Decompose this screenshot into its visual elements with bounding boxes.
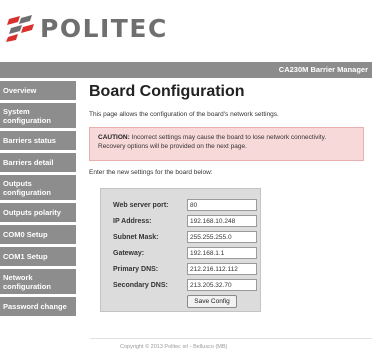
web-server-port-label: Web server port: — [113, 202, 169, 209]
subnet-mask-label: Subnet Mask: — [113, 234, 159, 241]
sidebar-item-label: Outputs configuration — [3, 178, 51, 197]
secondary-dns-input[interactable] — [187, 279, 257, 291]
sidebar-item-label: Barriers detail — [3, 158, 54, 167]
caution-text: Incorrect settings may cause the board t… — [98, 134, 327, 150]
sidebar-item-label: COM1 Setup — [3, 252, 48, 261]
sidebar-item-label: Password change — [3, 302, 67, 311]
caution-box: CAUTION: Incorrect settings may cause th… — [89, 127, 364, 161]
intro-text: This page allows the configuration of th… — [89, 111, 279, 118]
sidebar-item-outputs-polarity[interactable]: Outputs polarity — [0, 203, 76, 225]
footer-divider — [90, 338, 372, 339]
save-config-button[interactable]: Save Config — [187, 295, 237, 308]
logo-text: POLITEC — [40, 14, 168, 43]
primary-dns-input[interactable] — [187, 263, 257, 275]
primary-dns-label: Primary DNS: — [113, 266, 159, 273]
sidebar-item-network-configuration[interactable]: Network configuration — [0, 269, 76, 297]
form-row-subnet-mask: Subnet Mask: — [101, 231, 262, 245]
secondary-dns-label: Secondary DNS: — [113, 282, 168, 289]
sidebar-item-outputs-configuration[interactable]: Outputs configuration — [0, 175, 76, 203]
sidebar-item-overview[interactable]: Overview — [0, 81, 76, 103]
sidebar-item-label: Network configuration — [3, 272, 51, 291]
network-settings-form: Web server port: IP Address: Subnet Mask… — [100, 188, 261, 312]
sidebar-item-system-configuration[interactable]: System configuration — [0, 103, 76, 131]
title-banner: CA230M Barrier Manager — [0, 62, 372, 78]
ip-address-input[interactable] — [187, 215, 257, 227]
form-row-ip-address: IP Address: — [101, 215, 262, 229]
banner-title: CA230M Barrier Manager — [278, 65, 368, 74]
sidebar: Overview System configuration Barriers s… — [0, 81, 76, 319]
caution-label: CAUTION: — [98, 134, 130, 141]
main-content: Board Configuration This page allows the… — [89, 80, 369, 177]
gateway-label: Gateway: — [113, 250, 145, 257]
form-row-secondary-dns: Secondary DNS: — [101, 279, 262, 293]
instructions-text: Enter the new settings for the board bel… — [89, 169, 213, 176]
sidebar-item-com0-setup[interactable]: COM0 Setup — [0, 225, 76, 247]
web-server-port-input[interactable] — [187, 199, 257, 211]
politec-logo-icon — [6, 15, 34, 42]
sidebar-item-com1-setup[interactable]: COM1 Setup — [0, 247, 76, 269]
page-title: Board Configuration — [89, 83, 245, 100]
gateway-input[interactable] — [187, 247, 257, 259]
form-row-primary-dns: Primary DNS: — [101, 263, 262, 277]
sidebar-item-label: Barriers status — [3, 136, 56, 145]
sidebar-item-barriers-status[interactable]: Barriers status — [0, 131, 76, 153]
form-row-gateway: Gateway: — [101, 247, 262, 261]
sidebar-item-password-change[interactable]: Password change — [0, 297, 76, 319]
sidebar-item-label: Outputs polarity — [3, 208, 61, 217]
sidebar-item-label: System configuration — [3, 106, 51, 125]
sidebar-item-barriers-detail[interactable]: Barriers detail — [0, 153, 76, 175]
ip-address-label: IP Address: — [113, 218, 152, 225]
footer-copyright: Copyright © 2013 Politec srl - Bellusco … — [120, 344, 228, 350]
sidebar-item-label: COM0 Setup — [3, 230, 48, 239]
header: POLITEC — [0, 0, 372, 58]
form-row-web-server-port: Web server port: — [101, 199, 262, 213]
subnet-mask-input[interactable] — [187, 231, 257, 243]
sidebar-item-label: Overview — [3, 86, 37, 95]
